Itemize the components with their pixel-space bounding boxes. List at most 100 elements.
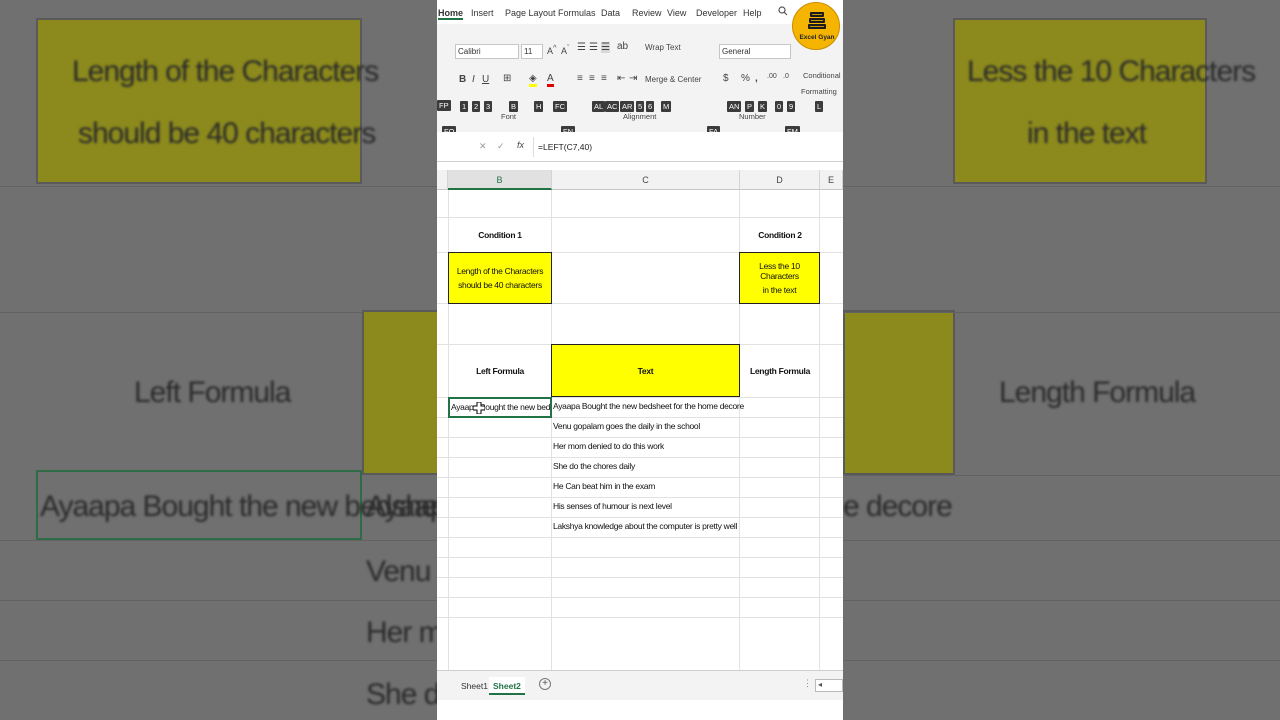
books-icon xyxy=(808,12,826,29)
tab-developer[interactable]: Developer xyxy=(696,8,737,18)
condition1-box: Length of the Characters should be 40 ch… xyxy=(448,252,552,304)
keytip: FP xyxy=(437,100,451,111)
column-header-b[interactable]: B xyxy=(448,170,552,190)
font-size-select[interactable]: 11 xyxy=(521,44,543,59)
tab-review[interactable]: Review xyxy=(632,8,662,18)
align-left-icon[interactable]: ≡ xyxy=(577,73,583,84)
borders-icon[interactable]: ⊞ xyxy=(503,73,511,84)
conditional-formatting-label-2[interactable]: Formatting xyxy=(801,87,837,96)
tab-data[interactable]: Data xyxy=(601,8,620,18)
merge-center-button[interactable]: Merge & Center xyxy=(645,75,701,84)
keytip: 5 xyxy=(636,101,645,112)
column-header-e[interactable]: E xyxy=(820,170,843,190)
keytip: 6 xyxy=(646,101,655,112)
scroll-dots-icon: ⋮ xyxy=(803,678,812,688)
decrease-decimal-icon[interactable]: .0 xyxy=(783,73,789,80)
text-row-2[interactable]: Venu gopalam goes the daily in the schoo… xyxy=(553,421,700,431)
backdrop-mid-row-2: Venu g xyxy=(366,555,437,588)
underline-icon[interactable]: U xyxy=(482,74,489,85)
active-cell-value: Ayaapa Bought the new bedshe xyxy=(451,402,552,412)
align-bottom-icon[interactable]: ☰ xyxy=(601,42,610,53)
bold-icon[interactable]: B xyxy=(459,74,466,85)
keytip: 9 xyxy=(787,101,796,112)
font-color-icon[interactable]: A xyxy=(547,73,554,87)
keytip: M xyxy=(661,101,672,112)
condition1-text-line2: should be 40 characters xyxy=(458,280,542,290)
keytip: K xyxy=(758,101,768,112)
backdrop-mid-row-4: She do xyxy=(366,678,437,711)
add-sheet-icon[interactable]: + xyxy=(539,678,551,690)
tab-formulas[interactable]: Formulas xyxy=(558,8,596,18)
tab-insert[interactable]: Insert xyxy=(471,8,494,18)
sheet-tab-sheet1[interactable]: Sheet1 xyxy=(457,677,492,695)
scroll-left-icon[interactable]: ◂ xyxy=(818,680,822,689)
align-middle-icon[interactable]: ☰ xyxy=(589,42,598,53)
keytip: AL xyxy=(592,101,606,112)
select-all-corner[interactable] xyxy=(437,170,448,190)
header-text: Text xyxy=(551,344,740,397)
align-right-icon[interactable]: ≡ xyxy=(601,73,607,84)
text-row-4[interactable]: She do the chores daily xyxy=(553,461,635,471)
active-cell-b7[interactable]: Ayaapa Bought the new bedshe xyxy=(448,397,552,418)
font-name-select[interactable]: Calibri xyxy=(455,44,519,59)
decrease-font-icon[interactable]: Aˇ xyxy=(561,43,570,56)
tab-home[interactable]: Home xyxy=(438,8,464,20)
text-row-7[interactable]: Lakshya knowledge about the computer is … xyxy=(553,521,737,531)
formula-input[interactable]: =LEFT(C7,40) xyxy=(533,137,843,157)
tab-page-layout[interactable]: Page Layout xyxy=(505,8,556,18)
enter-icon[interactable]: ✓ xyxy=(497,141,505,152)
keytip: P xyxy=(745,101,755,112)
backdrop-mid-row-3: Her mo xyxy=(366,616,437,649)
comma-icon[interactable]: , xyxy=(755,73,758,84)
align-top-icon[interactable]: ☰ xyxy=(577,42,586,53)
keytip: FC xyxy=(553,101,567,112)
backdrop-text-header-box xyxy=(362,310,437,475)
cancel-icon[interactable]: ✕ xyxy=(479,141,487,152)
backdrop-condition2-box xyxy=(953,18,1207,184)
text-row-1[interactable]: Ayaapa Bought the new bedsheet for the h… xyxy=(553,401,744,411)
fill-color-icon[interactable]: ◈ xyxy=(529,73,537,87)
tab-help[interactable]: Help xyxy=(743,8,762,18)
header-left-formula: Left Formula xyxy=(476,366,524,376)
align-center-icon[interactable]: ≡ xyxy=(589,73,595,84)
worksheet-grid[interactable]: B C D E Condition 1 Condition 2 Length o… xyxy=(437,170,843,670)
column-header-d[interactable]: D xyxy=(740,170,820,190)
outdent-icon[interactable]: ⇥ xyxy=(629,73,637,84)
keytip: AC xyxy=(605,101,620,112)
backdrop-right-cell: e decore xyxy=(843,490,953,523)
condition2-text-line1: Less the 10 Characters xyxy=(759,261,800,281)
group-font-label: Font xyxy=(501,112,517,121)
horizontal-scrollbar[interactable]: ◂ xyxy=(815,679,843,692)
orientation-icon[interactable]: ab xyxy=(617,41,628,52)
keytip: B xyxy=(509,101,519,112)
blurred-backdrop-left: Length of the Characters should be 40 ch… xyxy=(0,0,437,720)
keytip: L xyxy=(815,101,824,112)
insert-function-icon[interactable]: fx xyxy=(517,140,524,150)
condition1-label: Condition 1 xyxy=(478,230,522,240)
logo-text: Excel Gyan xyxy=(799,34,835,41)
keytip: 3 xyxy=(484,101,493,112)
excel-gyan-logo: Excel Gyan xyxy=(792,2,840,50)
group-alignment-label: Alignment xyxy=(623,112,657,121)
italic-icon[interactable]: I xyxy=(472,74,475,85)
excel-window: Home Insert Page Layout Formulas Data Re… xyxy=(437,0,843,720)
currency-icon[interactable]: $ xyxy=(723,73,729,84)
text-row-5[interactable]: He Can beat him in the exam xyxy=(553,481,655,491)
text-row-6[interactable]: His senses of humour is next level xyxy=(553,501,672,511)
tab-view[interactable]: View xyxy=(667,8,686,18)
increase-decimal-icon[interactable]: .00 xyxy=(767,73,777,80)
indent-icon[interactable]: ⇤ xyxy=(617,73,625,84)
search-icon[interactable] xyxy=(778,6,788,18)
sheet-tab-sheet2[interactable]: Sheet2 xyxy=(489,677,525,695)
conditional-formatting-label-1[interactable]: Conditional xyxy=(803,71,841,80)
backdrop-condition1-line1: Length of the Characters xyxy=(72,55,379,88)
text-row-3[interactable]: Her mom denied to do this work xyxy=(553,441,664,451)
keytip: 2 xyxy=(472,101,481,112)
wrap-text-button[interactable]: Wrap Text xyxy=(645,43,681,52)
keytip: 0 xyxy=(775,101,784,112)
number-format-select[interactable]: General xyxy=(719,44,791,59)
percent-icon[interactable]: % xyxy=(741,73,750,84)
backdrop-right-header: Length Formula xyxy=(999,376,1196,409)
column-header-c[interactable]: C xyxy=(552,170,740,190)
increase-font-icon[interactable]: A^ xyxy=(547,43,557,56)
